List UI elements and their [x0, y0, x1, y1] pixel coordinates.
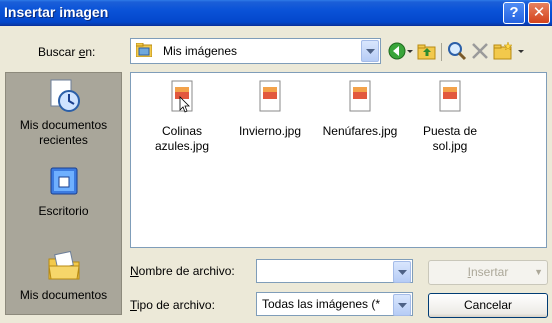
cancel-button[interactable]: Cancelar: [428, 293, 548, 318]
file-list[interactable]: Colinas azules.jpg Invierno.jpg Nenúfare…: [130, 72, 547, 248]
look-in-combobox[interactable]: Mis imágenes: [130, 38, 381, 64]
file-name: Invierno.jpg: [238, 124, 302, 138]
desktop-icon: [50, 167, 77, 195]
window-title: Insertar imagen: [4, 4, 109, 20]
insert-dropdown-icon[interactable]: ▼: [534, 261, 543, 284]
jpg-file-icon: [259, 80, 281, 112]
toolbar-separator: [441, 43, 442, 61]
file-name-label: Nombre de archivo:: [130, 264, 235, 278]
title-bar[interactable]: Insertar imagen ? ✕: [0, 0, 552, 26]
file-name: Colinas azules.jpg: [154, 124, 210, 153]
place-desktop[interactable]: Escritorio: [6, 165, 121, 219]
pictures-folder-icon: [136, 43, 152, 57]
insert-button[interactable]: Insertar ▼: [428, 260, 548, 285]
file-item[interactable]: Puesta de sol.jpg: [410, 79, 490, 154]
place-label: Escritorio: [38, 204, 89, 218]
jpg-file-icon: [439, 80, 461, 112]
close-button[interactable]: ✕: [528, 2, 550, 24]
delete-icon[interactable]: [470, 41, 490, 61]
place-label: Mis documentos: [19, 288, 108, 302]
chevron-down-icon: [398, 303, 407, 308]
new-folder-icon[interactable]: [493, 41, 513, 61]
place-my-documents[interactable]: Mis documentos: [6, 249, 121, 303]
file-name-dropdown-button[interactable]: [393, 261, 411, 283]
tools-dropdown-icon[interactable]: [516, 41, 526, 61]
file-name: Puesta de sol.jpg: [422, 124, 478, 153]
chevron-down-icon: [398, 270, 407, 275]
chevron-down-icon: [366, 49, 375, 54]
file-type-dropdown-button[interactable]: [393, 294, 411, 316]
jpg-file-icon: [171, 80, 193, 113]
back-dropdown-icon[interactable]: [405, 41, 415, 61]
place-recent-documents[interactable]: Mis documentos recientes: [6, 79, 121, 148]
look-in-dropdown-button[interactable]: [361, 40, 379, 62]
look-in-value: Mis imágenes: [163, 44, 238, 58]
search-web-icon[interactable]: [447, 41, 467, 61]
insert-image-dialog: Insertar imagen ? ✕ Buscar en: Mis imáge…: [0, 0, 552, 323]
place-label: Mis documentos recientes: [19, 118, 108, 147]
file-type-label: Tipo de archivo:: [130, 298, 215, 312]
close-icon: ✕: [532, 4, 546, 21]
file-type-value: Todas las imágenes (*: [262, 297, 381, 311]
help-button[interactable]: ?: [503, 2, 525, 24]
places-bar: Mis documentos recientes Escritorio Mis …: [5, 72, 122, 315]
up-folder-icon[interactable]: [417, 41, 437, 61]
file-name: Nenúfares.jpg: [322, 124, 398, 138]
file-name-combobox[interactable]: [256, 259, 413, 283]
back-icon[interactable]: [387, 41, 407, 61]
recent-documents-icon: [50, 79, 80, 112]
file-item[interactable]: Nenúfares.jpg: [320, 79, 400, 139]
file-type-combobox[interactable]: Todas las imágenes (*: [256, 292, 413, 316]
file-item[interactable]: Colinas azules.jpg: [142, 79, 222, 154]
jpg-file-icon: [349, 80, 371, 112]
look-in-label: Buscar en:: [38, 45, 96, 59]
my-documents-icon: [47, 250, 80, 280]
file-item[interactable]: Invierno.jpg: [230, 79, 310, 139]
